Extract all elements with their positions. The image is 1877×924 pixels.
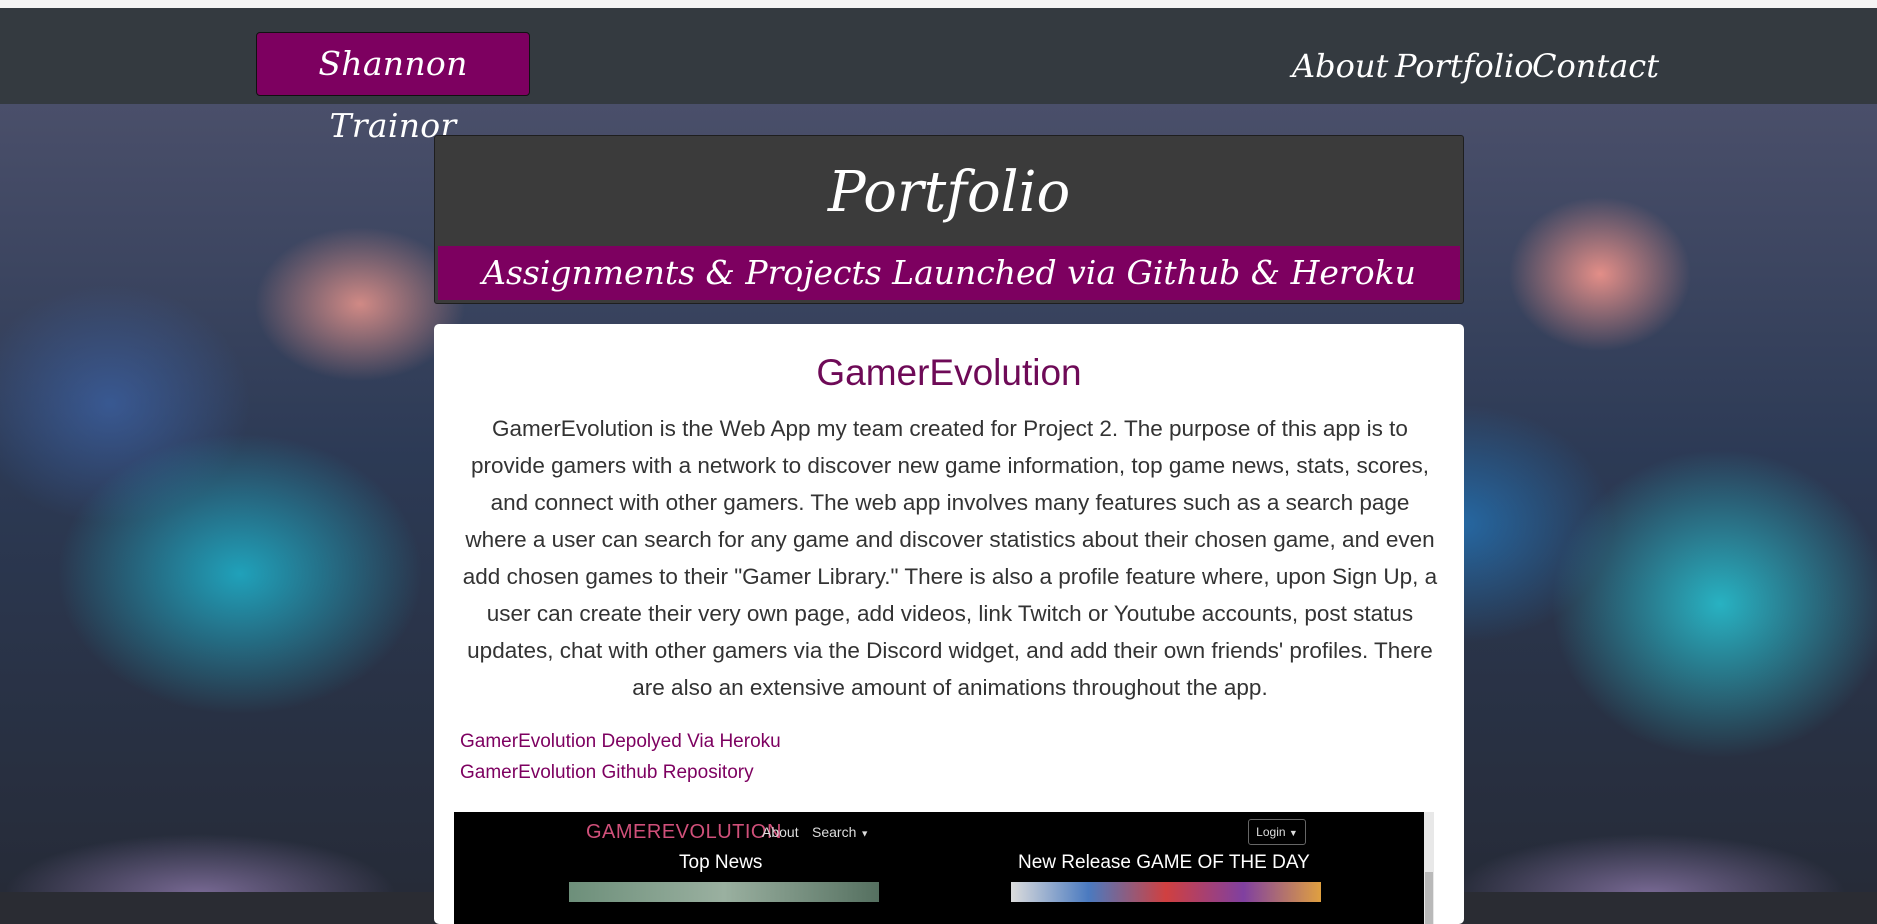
- screenshot-game-of-day: New Release GAME OF THE DAY: [1018, 852, 1310, 873]
- portfolio-header-card: Portfolio Assignments & Projects Launche…: [434, 135, 1464, 304]
- screenshot-top-news: Top News: [679, 852, 763, 873]
- screenshot-logo: GAMEREVOLUTION: [586, 821, 782, 843]
- chevron-down-icon: ▼: [860, 828, 870, 839]
- project-description: GamerEvolution is the Web App my team cr…: [462, 416, 1438, 700]
- nav-link-portfolio[interactable]: Portfolio: [1395, 42, 1534, 90]
- screenshot-scrollbar-thumb[interactable]: [1425, 872, 1433, 924]
- screenshot-nav-search-label: Search: [812, 824, 857, 840]
- navbar: Shannon Trainor About Portfolio Contact: [0, 8, 1877, 145]
- screenshot-login-label: Login: [1256, 825, 1286, 839]
- nav-links: About Portfolio Contact: [0, 42, 1877, 92]
- screenshot-nav-about: About: [762, 824, 799, 840]
- nav-link-contact[interactable]: Contact: [1532, 42, 1659, 90]
- project-screenshot: GAMEREVOLUTION About Search ▼ Login ▼ To…: [454, 812, 1434, 924]
- github-link[interactable]: GamerEvolution Github Repository: [460, 760, 754, 786]
- page-subtitle: Assignments & Projects Launched via Gith…: [438, 246, 1460, 300]
- screenshot-scrollbar[interactable]: [1424, 812, 1434, 924]
- top-border: [0, 0, 1877, 8]
- screenshot-news-image: [569, 882, 879, 902]
- page-title: Portfolio: [827, 160, 1071, 225]
- screenshot-game-image: [1011, 882, 1321, 902]
- project-title: GamerEvolution: [816, 352, 1082, 393]
- chevron-down-icon: ▼: [1288, 827, 1298, 838]
- screenshot-login-button: Login ▼: [1248, 819, 1306, 845]
- heroku-link[interactable]: GamerEvolution Depolyed Via Heroku: [460, 729, 781, 755]
- screenshot-nav-search: Search ▼: [812, 822, 869, 843]
- nav-link-about[interactable]: About: [1292, 42, 1388, 90]
- project-card: GamerEvolution GamerEvolution is the Web…: [434, 324, 1464, 924]
